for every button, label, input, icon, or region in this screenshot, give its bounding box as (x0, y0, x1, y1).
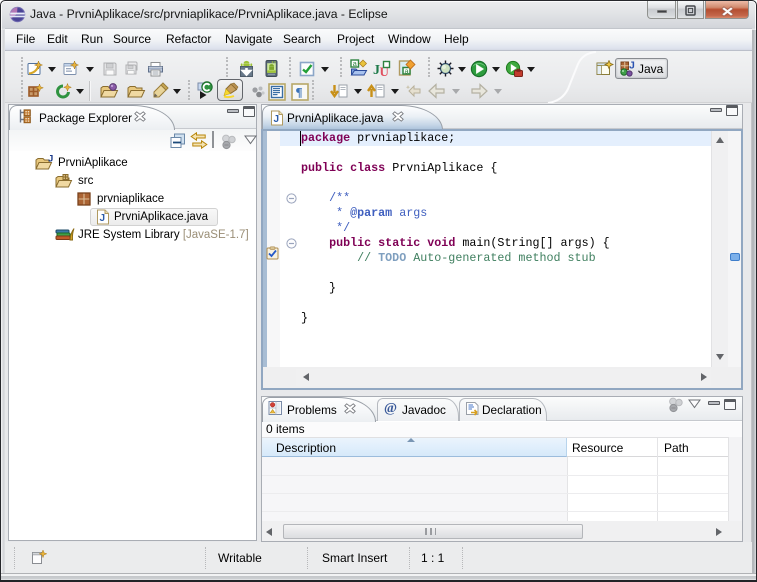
svg-text:J: J (48, 154, 53, 165)
svg-text:J: J (100, 213, 106, 224)
svg-text:¶: ¶ (296, 85, 303, 100)
svg-text:J: J (629, 60, 635, 72)
svg-text:J: J (274, 114, 280, 125)
